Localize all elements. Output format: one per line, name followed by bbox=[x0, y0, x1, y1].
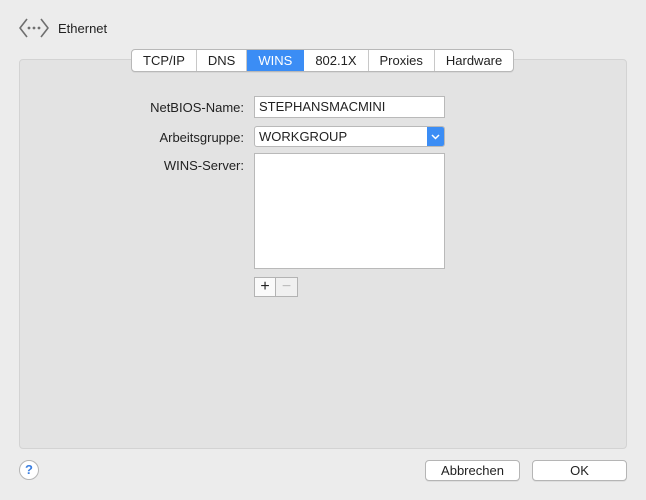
tab-bar: TCP/IP DNS WINS 802.1X Proxies Hardware bbox=[131, 49, 515, 72]
cancel-button[interactable]: Abbrechen bbox=[425, 460, 520, 481]
wins-server-list[interactable] bbox=[254, 153, 445, 269]
tab-hardware[interactable]: Hardware bbox=[435, 50, 513, 71]
chevron-down-icon bbox=[431, 133, 440, 140]
tab-proxies[interactable]: Proxies bbox=[369, 50, 435, 71]
netbios-name-label: NetBIOS-Name: bbox=[150, 100, 244, 115]
tab-dns[interactable]: DNS bbox=[197, 50, 248, 71]
plus-icon: + bbox=[260, 278, 270, 295]
workgroup-combobox[interactable]: WORKGROUP bbox=[254, 126, 445, 147]
tab-tcpip[interactable]: TCP/IP bbox=[132, 50, 197, 71]
workgroup-label: Arbeitsgruppe: bbox=[159, 130, 244, 145]
netbios-name-field[interactable]: STEPHANSMACMINI bbox=[254, 96, 445, 118]
minus-icon: − bbox=[281, 278, 292, 295]
add-server-button[interactable]: + bbox=[254, 277, 276, 297]
workgroup-dropdown-button[interactable] bbox=[427, 127, 444, 146]
window-header: Ethernet bbox=[18, 14, 107, 42]
wins-server-label: WINS-Server: bbox=[163, 158, 244, 173]
remove-server-button[interactable]: − bbox=[276, 277, 298, 297]
wins-server-list-controls: + − bbox=[254, 277, 298, 297]
ok-button[interactable]: OK bbox=[532, 460, 627, 481]
tab-8021x[interactable]: 802.1X bbox=[304, 50, 369, 71]
tab-wins[interactable]: WINS bbox=[247, 50, 305, 71]
ethernet-icon bbox=[18, 14, 50, 42]
workgroup-value: WORKGROUP bbox=[259, 129, 348, 144]
help-button[interactable]: ? bbox=[19, 460, 39, 480]
window-title: Ethernet bbox=[58, 20, 108, 36]
